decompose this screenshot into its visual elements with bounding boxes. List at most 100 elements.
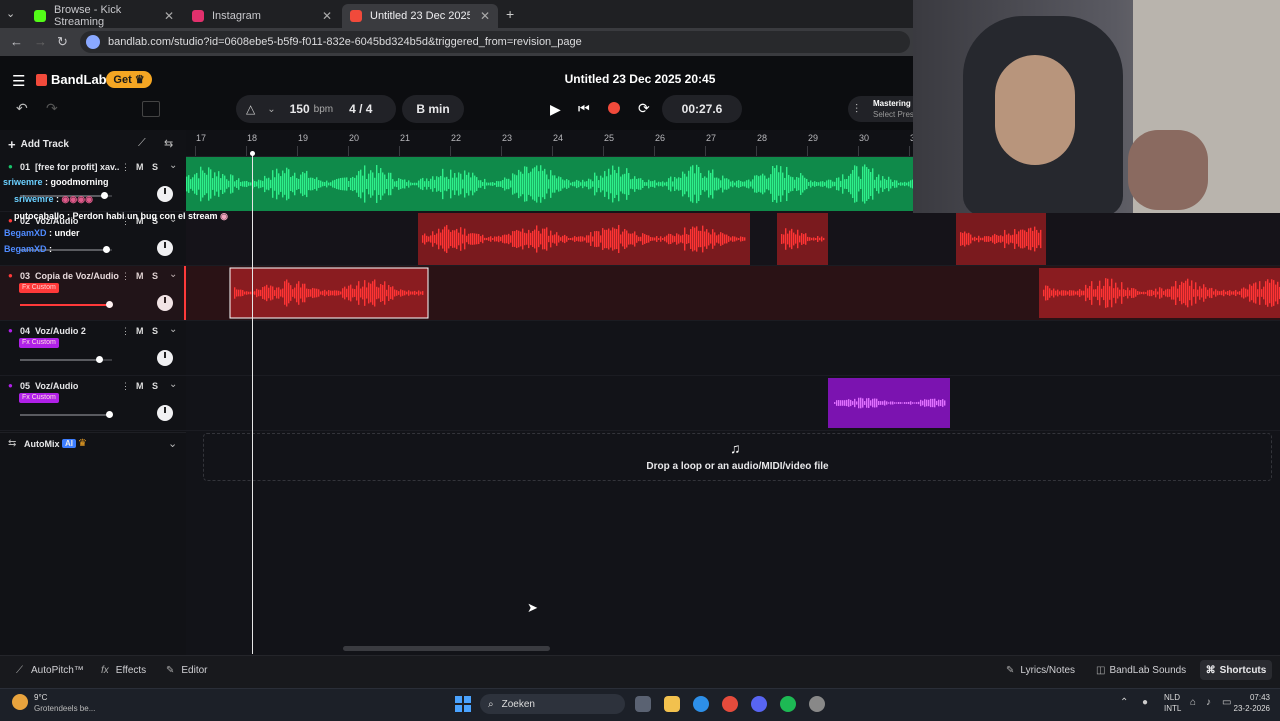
- microphone-icon[interactable]: ●: [1142, 697, 1148, 708]
- more-icon[interactable]: ⋮: [121, 162, 130, 173]
- solo-button[interactable]: S: [152, 326, 158, 336]
- close-icon[interactable]: ✕: [322, 9, 332, 23]
- redo-icon[interactable]: ↷: [46, 100, 58, 117]
- mute-button[interactable]: M: [136, 381, 144, 391]
- close-icon[interactable]: ✕: [164, 9, 174, 23]
- shortcuts-button[interactable]: ⌘ Shortcuts: [1200, 660, 1272, 680]
- track-name[interactable]: 05 Voz/Audio: [20, 381, 120, 391]
- waveform-bar: [492, 182, 494, 186]
- playhead[interactable]: [252, 154, 253, 654]
- weather-icon[interactable]: [12, 694, 28, 710]
- weather-text[interactable]: Grotendeels be...: [34, 704, 95, 713]
- record-icon[interactable]: [608, 102, 620, 114]
- waveform-bar: [256, 288, 258, 298]
- url-field[interactable]: bandlab.com/studio?id=0608ebe5-b5f9-f011…: [80, 31, 910, 53]
- clock-time[interactable]: 07:43: [1232, 693, 1270, 702]
- chevron-up-icon[interactable]: ⌃: [1120, 697, 1128, 708]
- mastering-button[interactable]: ⫶ Mastering Select Pres: [848, 96, 914, 122]
- chrome-icon[interactable]: [722, 696, 738, 712]
- pan-knob[interactable]: [157, 186, 173, 202]
- close-icon[interactable]: ✕: [480, 9, 490, 23]
- weather-temp[interactable]: 9°C: [34, 693, 47, 702]
- taskbar-search[interactable]: ⌕ Zoeken: [480, 694, 625, 714]
- mute-button[interactable]: M: [136, 162, 144, 172]
- chevron-down-icon[interactable]: ⌄: [169, 324, 177, 335]
- chevron-down-icon[interactable]: ⌄: [168, 437, 177, 450]
- waveform-bar: [672, 235, 674, 243]
- bandlab-sounds-button[interactable]: ◫ BandLab Sounds: [1096, 665, 1186, 676]
- automix-row[interactable]: ⇆ AutoMix AI ♛ ⌄: [0, 432, 186, 457]
- volume-icon[interactable]: ♪: [1206, 697, 1211, 708]
- new-tab-icon[interactable]: +: [506, 6, 514, 22]
- menu-icon[interactable]: ☰: [12, 72, 25, 90]
- effects-button[interactable]: fx Effects: [101, 665, 146, 676]
- volume-slider[interactable]: [20, 356, 112, 363]
- track-row[interactable]: ● 05 Voz/Audio ⋮ M S ⌄ Fx Custom: [0, 376, 186, 431]
- undo-icon[interactable]: ↶: [16, 100, 28, 117]
- volume-slider[interactable]: [20, 411, 113, 418]
- more-icon[interactable]: ⋮: [121, 381, 130, 392]
- track-name[interactable]: 01 [free for profit] xav...: [20, 162, 120, 172]
- language-code[interactable]: NLD: [1164, 693, 1180, 702]
- horizontal-scrollbar[interactable]: [343, 646, 550, 651]
- track-row[interactable]: ● 04 Voz/Audio 2 ⋮ M S ⌄ Fx Custom: [0, 321, 186, 376]
- forward-icon[interactable]: →: [34, 34, 47, 49]
- clock-date[interactable]: 23-2-2026: [1222, 704, 1270, 713]
- pan-knob[interactable]: [157, 405, 173, 421]
- bpm-value[interactable]: 150: [290, 102, 310, 116]
- bandlab-logo[interactable]: BandLab: [36, 72, 107, 87]
- waveform-bar: [440, 232, 442, 246]
- chevron-down-icon[interactable]: ⌄: [169, 379, 177, 390]
- waveform-bar: [628, 233, 630, 245]
- project-title[interactable]: Untitled 23 Dec 2025 20:45: [540, 72, 740, 86]
- solo-button[interactable]: S: [152, 381, 158, 391]
- windows-start-icon[interactable]: [455, 696, 471, 712]
- tab-search-icon[interactable]: ⌄: [6, 7, 15, 20]
- editor-button[interactable]: ✎ Editor: [166, 665, 208, 676]
- pan-knob[interactable]: [157, 240, 173, 256]
- add-track-button[interactable]: + Add Track: [8, 136, 128, 152]
- time-signature[interactable]: 4 / 4: [349, 102, 372, 116]
- lyrics-button[interactable]: ✎ Lyrics/Notes: [1006, 665, 1075, 676]
- file-explorer-icon[interactable]: [664, 696, 680, 712]
- waveform-bar: [842, 174, 844, 194]
- edge-icon[interactable]: [693, 696, 709, 712]
- keyboard-layout[interactable]: INTL: [1164, 704, 1181, 713]
- spotify-icon[interactable]: [780, 696, 796, 712]
- keyboard-icon[interactable]: [142, 101, 160, 117]
- chevron-down-icon[interactable]: ⌄: [267, 104, 275, 115]
- loop-icon[interactable]: ⟳: [638, 100, 650, 117]
- drop-zone[interactable]: ♫ Drop a loop or an audio/MIDI/video fil…: [203, 433, 1272, 481]
- network-icon[interactable]: ⌂: [1190, 697, 1196, 708]
- tuner-icon[interactable]: ⟋: [138, 137, 146, 150]
- more-icon[interactable]: ⋮: [121, 326, 130, 337]
- skip-back-icon[interactable]: ⏮: [578, 101, 590, 117]
- back-icon[interactable]: ←: [10, 34, 23, 49]
- fx-badge[interactable]: Fx Custom: [19, 393, 59, 403]
- waveform-bar: [1061, 290, 1063, 296]
- play-icon[interactable]: ▶: [550, 101, 561, 118]
- fx-badge[interactable]: Fx Custom: [19, 338, 59, 348]
- mute-button[interactable]: M: [136, 326, 144, 336]
- site-info-icon[interactable]: [86, 35, 100, 49]
- metronome-icon[interactable]: △: [246, 102, 255, 116]
- track-settings-icon[interactable]: ⇆: [164, 137, 173, 150]
- tab-kick[interactable]: Browse - Kick Streaming ✕: [26, 4, 182, 28]
- pan-knob[interactable]: [157, 350, 173, 366]
- task-view-icon[interactable]: [635, 696, 651, 712]
- waveform-bar: [626, 230, 628, 248]
- reload-icon[interactable]: ↻: [57, 34, 68, 50]
- get-button[interactable]: Get ♛: [106, 71, 152, 88]
- solo-button[interactable]: S: [152, 162, 158, 172]
- discord-icon[interactable]: [751, 696, 767, 712]
- mastering-sub: Select Pres: [873, 110, 914, 119]
- track-name[interactable]: 04 Voz/Audio 2: [20, 326, 120, 336]
- chevron-down-icon[interactable]: ⌄: [169, 160, 177, 171]
- autopitch-button[interactable]: ⟋ AutoPitch™: [16, 665, 84, 676]
- tab-instagram[interactable]: Instagram ✕: [184, 4, 340, 28]
- tab-bandlab[interactable]: Untitled 23 Dec 2025 20:45 ✕: [342, 4, 498, 28]
- key-selector[interactable]: B min: [402, 95, 464, 123]
- playhead-handle[interactable]: [250, 151, 255, 156]
- settings-icon[interactable]: [809, 696, 825, 712]
- waveform-bar: [670, 234, 672, 244]
